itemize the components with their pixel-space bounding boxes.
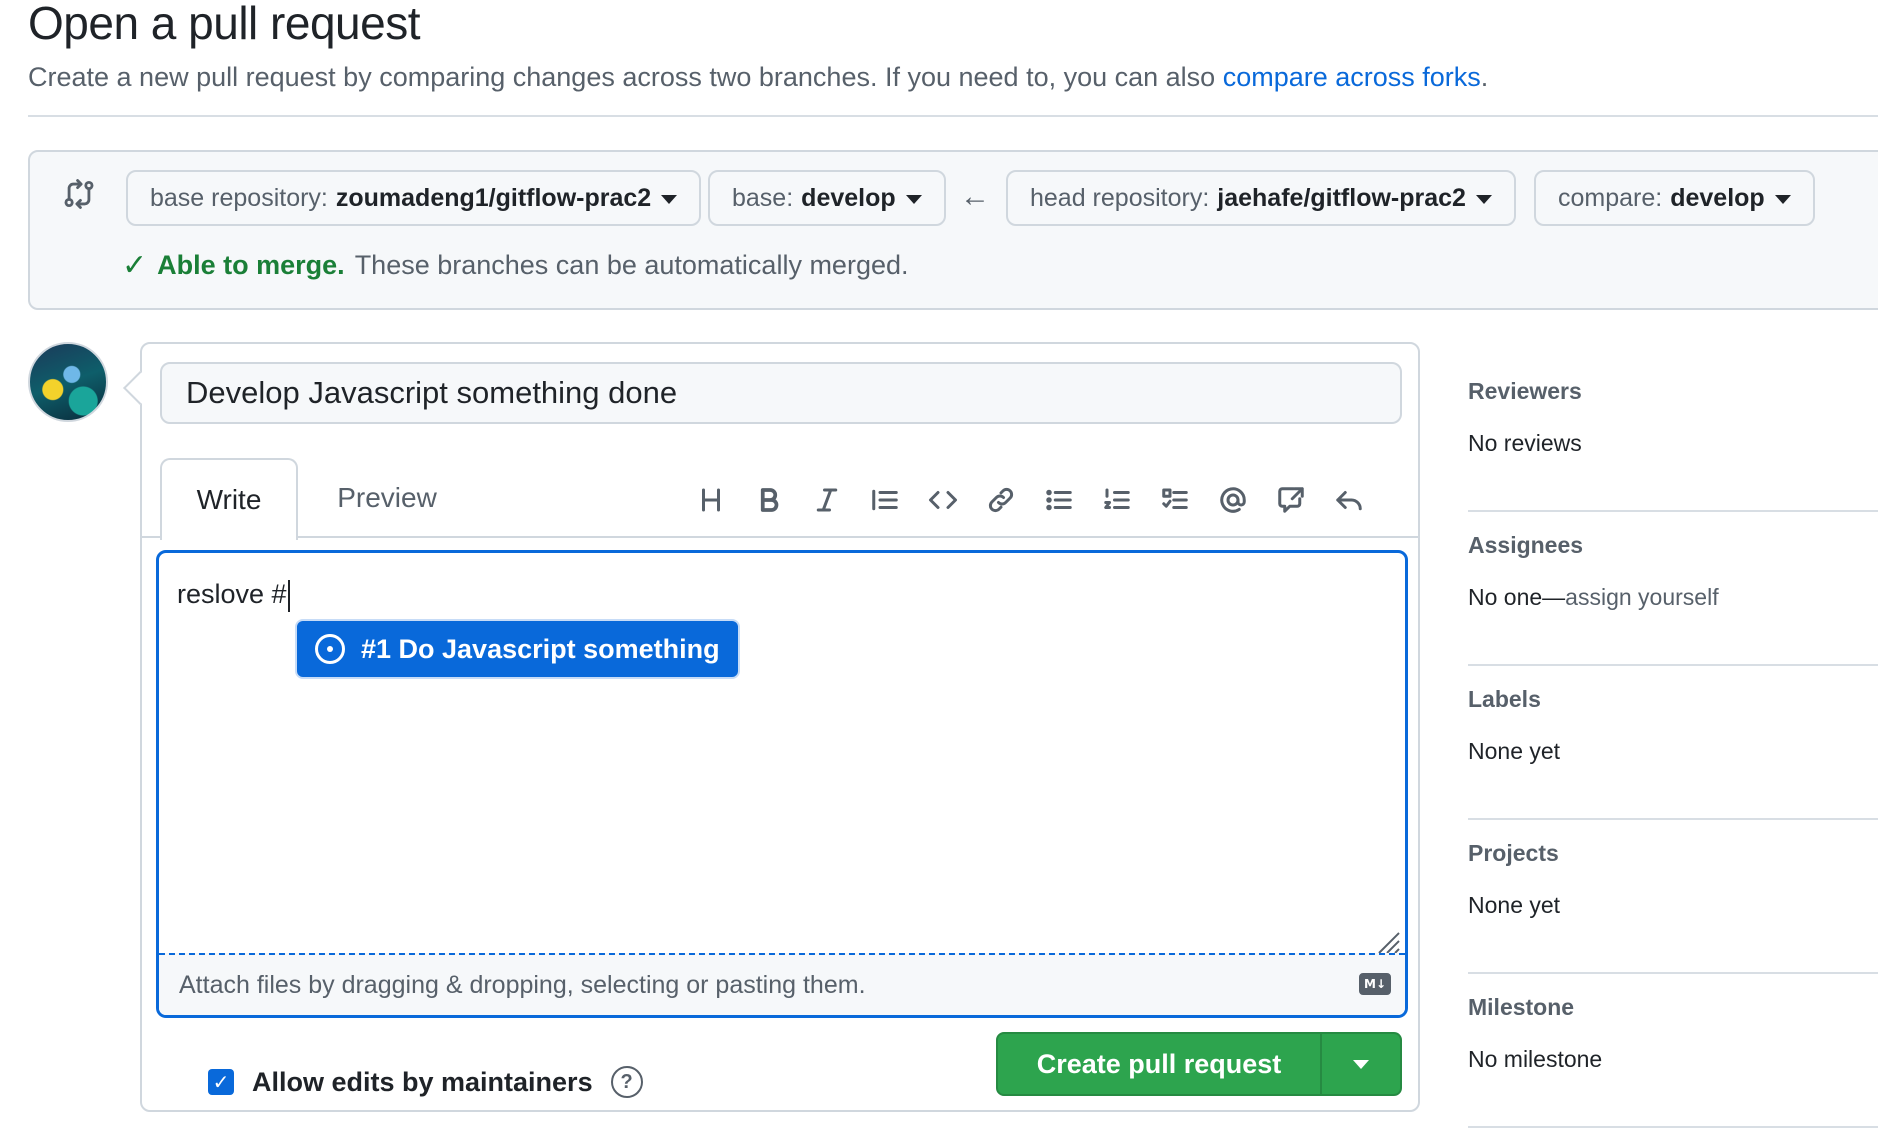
base-branch-select[interactable]: base: develop xyxy=(708,170,946,226)
link-icon[interactable] xyxy=(972,480,1030,520)
sidebar-heading-labels[interactable]: Labels xyxy=(1468,686,1541,713)
body-text: reslove # xyxy=(177,579,287,609)
create-pull-request-button[interactable]: Create pull request xyxy=(996,1032,1402,1096)
bold-icon[interactable] xyxy=(740,480,798,520)
avatar xyxy=(28,342,108,422)
mention-icon[interactable] xyxy=(1204,480,1262,520)
code-icon[interactable] xyxy=(914,480,972,520)
chevron-down-icon xyxy=(661,194,678,204)
sidebar-assignees: Assignees No one—assign yourself xyxy=(1468,512,1878,666)
markdown-icon[interactable]: M↓ xyxy=(1359,973,1391,995)
sidebar-labels: Labels None yet xyxy=(1468,666,1878,820)
chevron-down-icon xyxy=(905,194,922,204)
compare-icon xyxy=(64,179,94,209)
issue-open-icon xyxy=(315,634,345,664)
tab-preview[interactable]: Preview xyxy=(302,458,472,538)
compare-branch-select[interactable]: compare: develop xyxy=(1534,170,1815,226)
base-branch-label: base: xyxy=(732,183,794,212)
subtitle-end: . xyxy=(1480,62,1489,92)
sidebar-heading-milestone[interactable]: Milestone xyxy=(1468,994,1574,1021)
base-repository-value: zoumadeng1/gitflow-prac2 xyxy=(335,183,652,212)
attach-files-text: Attach files by dragging & dropping, sel… xyxy=(179,970,866,999)
issue-suggestion[interactable]: #1 Do Javascript something xyxy=(295,619,740,679)
sidebar-value-projects: None yet xyxy=(1468,892,1561,918)
reply-icon[interactable] xyxy=(1320,480,1378,520)
markdown-toolbar xyxy=(682,480,1378,520)
compare-branch-value: develop xyxy=(1670,183,1765,212)
attach-files-bar[interactable]: Attach files by dragging & dropping, sel… xyxy=(159,953,1405,1015)
issue-suggestion-label: #1 Do Javascript something xyxy=(361,633,720,664)
compare-across-forks-link[interactable]: compare across forks xyxy=(1223,62,1481,92)
sidebar-value-reviewers: No reviews xyxy=(1468,430,1582,456)
page-title: Open a pull request xyxy=(28,0,421,49)
page-subtitle: Create a new pull request by comparing c… xyxy=(28,62,1488,93)
pull-request-form: Develop Javascript something done Write … xyxy=(123,342,1420,1112)
sidebar-heading-assignees[interactable]: Assignees xyxy=(1468,532,1583,559)
sidebar-projects: Projects None yet xyxy=(1468,820,1878,974)
create-pull-request-label[interactable]: Create pull request xyxy=(998,1049,1320,1080)
allow-edits-option: ✓ Allow edits by maintainers ? xyxy=(208,1066,643,1098)
help-icon[interactable]: ? xyxy=(610,1066,643,1098)
arrow-left-icon: ← xyxy=(960,180,990,213)
head-repository-label: head repository: xyxy=(1030,183,1210,212)
base-repository-label: base repository: xyxy=(150,183,328,212)
check-icon: ✓ xyxy=(122,249,148,282)
body-textarea[interactable]: reslove # xyxy=(177,579,290,612)
chevron-down-icon xyxy=(1475,194,1492,204)
head-repository-value: jaehafe/gitflow-prac2 xyxy=(1217,183,1466,212)
heading-icon[interactable] xyxy=(682,480,740,520)
sidebar-heading-projects[interactable]: Projects xyxy=(1468,840,1559,867)
body-editor[interactable]: reslove # #1 Do Javascript something Att… xyxy=(156,550,1408,1018)
chevron-down-icon xyxy=(1774,194,1791,204)
editor-tabs: Write Preview xyxy=(142,458,1418,540)
italic-icon[interactable] xyxy=(798,480,856,520)
sidebar: Reviewers No reviews Assignees No one—as… xyxy=(1468,358,1878,1128)
pull-request-page: Open a pull request Create a new pull re… xyxy=(0,0,1878,1148)
sidebar-milestone: Milestone No milestone xyxy=(1468,974,1878,1128)
subtitle-text: Create a new pull request by comparing c… xyxy=(28,62,1216,92)
allow-edits-checkbox[interactable]: ✓ xyxy=(208,1069,234,1095)
sidebar-reviewers: Reviewers No reviews xyxy=(1468,358,1878,512)
numbered-list-icon[interactable] xyxy=(1088,480,1146,520)
chevron-down-icon xyxy=(1353,1059,1369,1069)
header-divider xyxy=(28,115,1878,117)
sidebar-value-milestone: No milestone xyxy=(1468,1046,1603,1072)
title-input[interactable]: Develop Javascript something done xyxy=(160,362,1402,424)
form-pointer xyxy=(123,371,157,405)
head-repository-select[interactable]: head repository: jaehafe/gitflow-prac2 xyxy=(1006,170,1516,226)
create-options-dropdown[interactable] xyxy=(1320,1034,1400,1094)
base-branch-value: develop xyxy=(801,183,896,212)
merge-status: ✓ Able to merge. These branches can be a… xyxy=(122,248,909,283)
merge-status-ok: Able to merge. xyxy=(157,250,345,280)
resize-handle-icon[interactable] xyxy=(1375,929,1401,955)
task-list-icon[interactable] xyxy=(1146,480,1204,520)
bulleted-list-icon[interactable] xyxy=(1030,480,1088,520)
assignees-none-text: No one— xyxy=(1468,584,1566,610)
assign-yourself-link[interactable]: assign yourself xyxy=(1565,584,1718,610)
sidebar-value-assignees: No one—assign yourself xyxy=(1468,584,1719,611)
text-cursor xyxy=(287,579,290,612)
allow-edits-label[interactable]: Allow edits by maintainers xyxy=(252,1067,593,1098)
compare-branch-label: compare: xyxy=(1558,183,1663,212)
quote-icon[interactable] xyxy=(856,480,914,520)
base-repository-select[interactable]: base repository: zoumadeng1/gitflow-prac… xyxy=(126,170,702,226)
sidebar-heading-reviewers[interactable]: Reviewers xyxy=(1468,378,1582,405)
merge-status-detail: These branches can be automatically merg… xyxy=(354,250,909,280)
tab-write[interactable]: Write xyxy=(160,458,298,540)
sidebar-value-labels: None yet xyxy=(1468,738,1561,764)
reference-icon[interactable] xyxy=(1262,480,1320,520)
compare-box: base repository: zoumadeng1/gitflow-prac… xyxy=(28,150,1878,310)
